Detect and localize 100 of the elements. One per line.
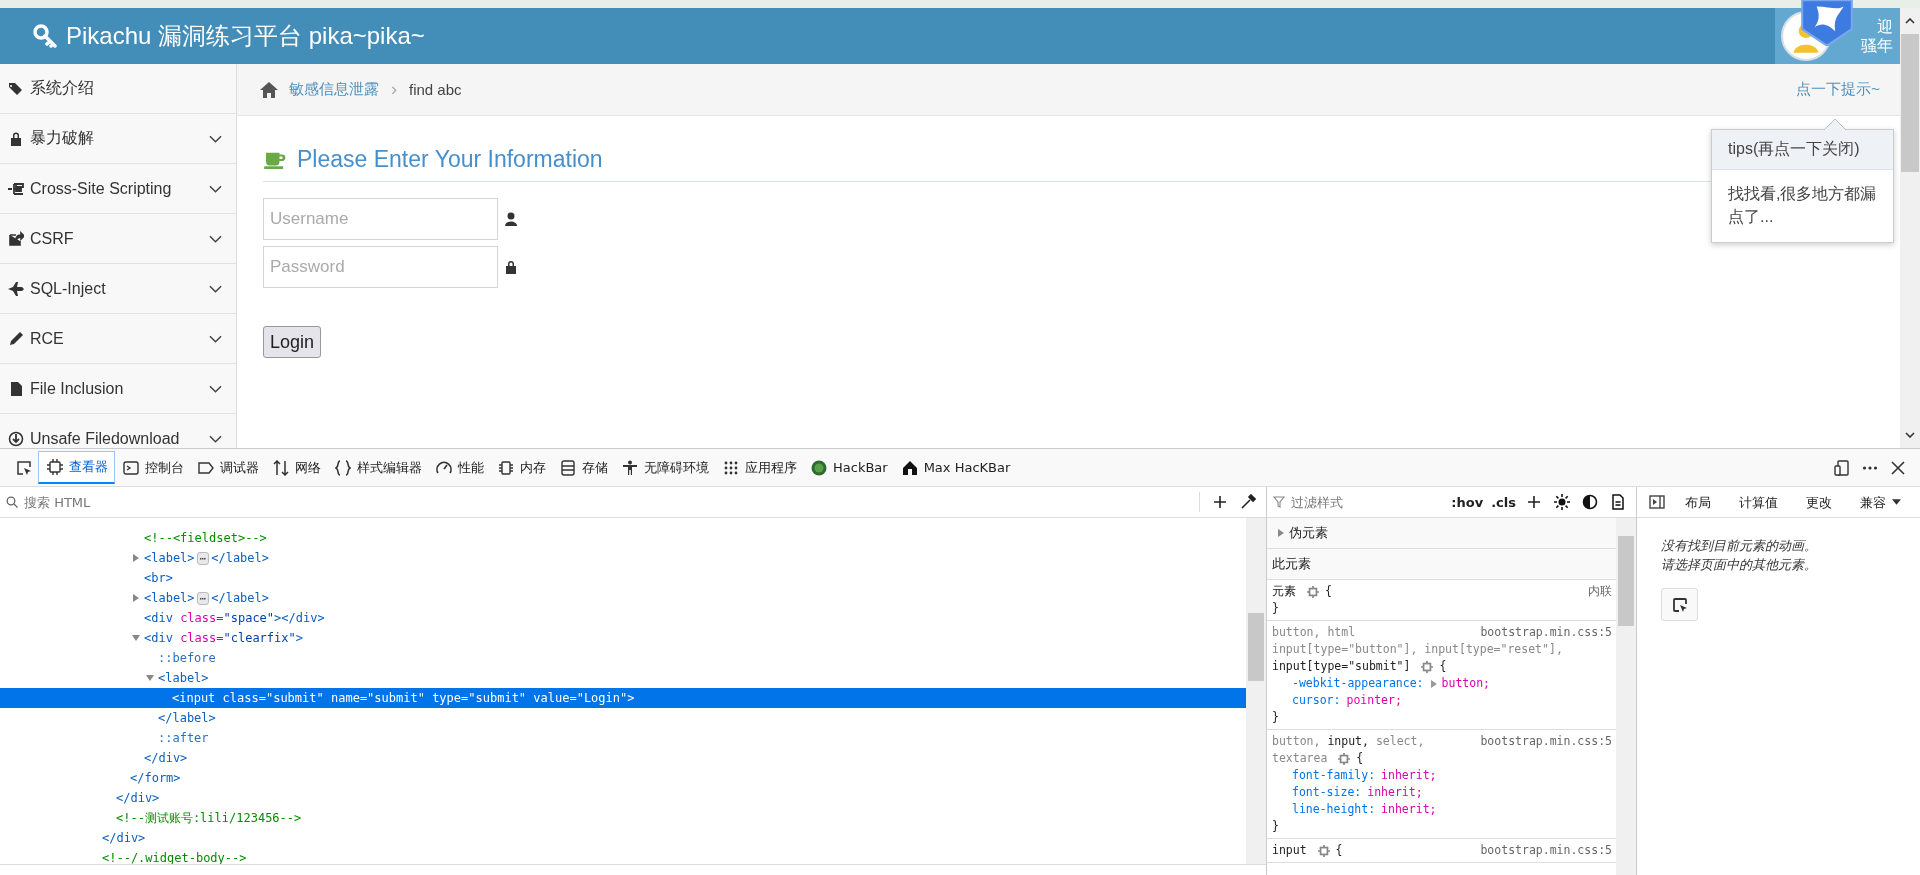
markup-line[interactable]: <br> xyxy=(0,568,1246,588)
scroll-down-icon[interactable] xyxy=(1905,432,1915,438)
element-picker-icon[interactable] xyxy=(16,459,32,476)
close-icon[interactable] xyxy=(1890,459,1906,476)
input-field[interactable]: Username xyxy=(263,198,498,240)
collapsed-content-badge[interactable]: ⋯ xyxy=(196,551,210,565)
input-field[interactable]: Password xyxy=(263,246,498,288)
markup-line[interactable]: </div> xyxy=(0,748,1246,768)
sun-icon[interactable] xyxy=(1554,494,1570,510)
markup-line[interactable]: ::before xyxy=(0,648,1246,668)
stylesheet-link[interactable]: bootstrap.min.css:5 xyxy=(1480,842,1612,859)
panel-tab[interactable]: 计算值 xyxy=(1725,487,1792,517)
markup-line[interactable]: </label> xyxy=(0,708,1246,728)
css-declaration[interactable]: font-family: inherit; xyxy=(1272,767,1612,784)
gear-icon[interactable] xyxy=(1421,660,1434,673)
markup-line[interactable]: <!--/.widget-body--> xyxy=(0,848,1246,864)
dropdown-arrow-icon[interactable] xyxy=(1892,499,1901,505)
plane-icon xyxy=(8,280,24,297)
sidebar-item[interactable]: 暴力破解 xyxy=(0,114,236,164)
markup-line[interactable]: <label> ⋯ </label> xyxy=(0,548,1246,568)
document-icon[interactable] xyxy=(1610,494,1626,510)
expand-arrow-icon xyxy=(1277,529,1285,537)
devtools-tab[interactable]: Max HacKBar xyxy=(893,452,1017,483)
lock-icon xyxy=(8,130,24,147)
devtools-tab[interactable]: 内存 xyxy=(490,452,552,483)
scroll-up-icon[interactable] xyxy=(1905,18,1915,24)
devtools-tab[interactable]: 查看器 xyxy=(38,451,115,484)
scrollbar[interactable] xyxy=(1246,518,1266,864)
avatar-icon xyxy=(1781,11,1831,61)
css-declaration[interactable]: -webkit-appearance: button; xyxy=(1272,675,1612,692)
markup-line[interactable]: ::after xyxy=(0,728,1246,748)
brace: } xyxy=(1272,709,1280,726)
tab-icon xyxy=(723,459,739,476)
expand-arrow-icon[interactable] xyxy=(132,634,140,642)
sidebar-item[interactable]: SQL-Inject xyxy=(0,264,236,314)
css-declaration[interactable]: font-size: inherit; xyxy=(1272,784,1612,801)
add-icon[interactable] xyxy=(1526,494,1542,510)
popover-arrow xyxy=(1824,119,1846,130)
panel-tab[interactable]: 兼容 xyxy=(1846,487,1900,517)
toggle-button[interactable]: :hov xyxy=(1447,494,1488,510)
sidebar-toggle-icon[interactable] xyxy=(1649,494,1665,510)
panel-tab[interactable]: 布局 xyxy=(1671,487,1725,517)
devtools-tab[interactable]: 存储 xyxy=(552,452,614,483)
expand-arrow-icon[interactable] xyxy=(146,674,154,682)
expand-arrow-icon[interactable] xyxy=(132,554,140,562)
scrollbar[interactable] xyxy=(1900,8,1920,448)
pseudo-elements-toggle[interactable]: 伪元素 xyxy=(1267,518,1616,549)
sidebar-item[interactable]: RCE xyxy=(0,314,236,364)
markup-line[interactable]: <label> xyxy=(0,668,1246,688)
responsive-design-icon[interactable] xyxy=(1834,459,1850,476)
gear-icon[interactable] xyxy=(1317,844,1330,857)
scrollbar[interactable] xyxy=(1616,518,1636,875)
devtools-tab[interactable]: 应用程序 xyxy=(715,452,803,483)
login-button[interactable]: Login xyxy=(263,326,322,358)
devtools-tab[interactable]: HackBar xyxy=(803,452,894,483)
css-selector: input xyxy=(1272,843,1307,857)
markup-line[interactable]: <div class="space"></div> xyxy=(0,608,1246,628)
breadcrumb-separator: › xyxy=(391,79,397,100)
devtools-tab[interactable]: 网络 xyxy=(265,452,327,483)
panel-tab[interactable]: 更改 xyxy=(1792,487,1846,517)
markup-line[interactable]: </div> xyxy=(0,828,1246,848)
expand-arrow-icon[interactable] xyxy=(1429,679,1438,688)
devtools-tab[interactable]: 无障碍环境 xyxy=(614,452,715,483)
toggle-button[interactable]: .cls xyxy=(1487,494,1520,510)
tab-icon xyxy=(47,459,63,475)
markup-line[interactable]: <div class="clearfix"> xyxy=(0,628,1246,648)
tab-icon xyxy=(123,459,139,476)
sidebar-item[interactable]: File Inclusion xyxy=(0,364,236,414)
markup-line[interactable]: </form> xyxy=(0,768,1246,788)
filter-field[interactable]: 过滤样式 xyxy=(1289,493,1448,511)
contrast-icon[interactable] xyxy=(1582,494,1598,510)
add-icon[interactable] xyxy=(1212,494,1228,510)
css-declaration[interactable]: cursor: pointer; xyxy=(1272,692,1612,709)
css-selector: button, xyxy=(1272,734,1321,748)
chevron-down-icon xyxy=(209,234,222,243)
stylesheet-link[interactable]: bootstrap.min.css:5 xyxy=(1480,733,1612,750)
expand-arrow-icon[interactable] xyxy=(132,594,140,602)
markup-line[interactable]: <!--测试账号:lili/123456--> xyxy=(0,808,1246,828)
gear-icon[interactable] xyxy=(1338,752,1351,765)
css-selector: textarea xyxy=(1272,751,1328,765)
home-icon[interactable] xyxy=(259,80,279,99)
markup-line[interactable]: <label> ⋯ </label> xyxy=(0,588,1246,608)
stylesheet-link[interactable]: bootstrap.min.css:5 xyxy=(1480,624,1612,641)
markup-line[interactable]: </div> xyxy=(0,788,1246,808)
sidebar-item[interactable]: 系统介绍 xyxy=(0,64,236,114)
sidebar-item[interactable]: CSRF xyxy=(0,214,236,264)
stylesheet-link[interactable]: 内联 xyxy=(1588,583,1612,600)
css-declaration[interactable]: line-height: inherit; xyxy=(1272,801,1612,818)
search-field[interactable]: 搜索 HTML xyxy=(22,493,1193,511)
devtools-tab[interactable]: 性能 xyxy=(428,452,490,483)
chevron-down-icon xyxy=(209,384,222,393)
devtools-tab[interactable]: 样式编辑器 xyxy=(327,452,428,483)
sidebar-item[interactable]: Cross-Site Scripting xyxy=(0,164,236,214)
file-icon xyxy=(8,380,24,397)
markup-line[interactable]: <!--<fieldset>--> xyxy=(0,528,1246,548)
gear-icon[interactable] xyxy=(1306,585,1319,598)
devtools-tab[interactable]: 调试器 xyxy=(190,452,265,483)
devtools-tab[interactable]: 控制台 xyxy=(115,452,190,483)
pick-element-button[interactable] xyxy=(1661,588,1698,621)
collapsed-content-badge[interactable]: ⋯ xyxy=(196,591,210,605)
